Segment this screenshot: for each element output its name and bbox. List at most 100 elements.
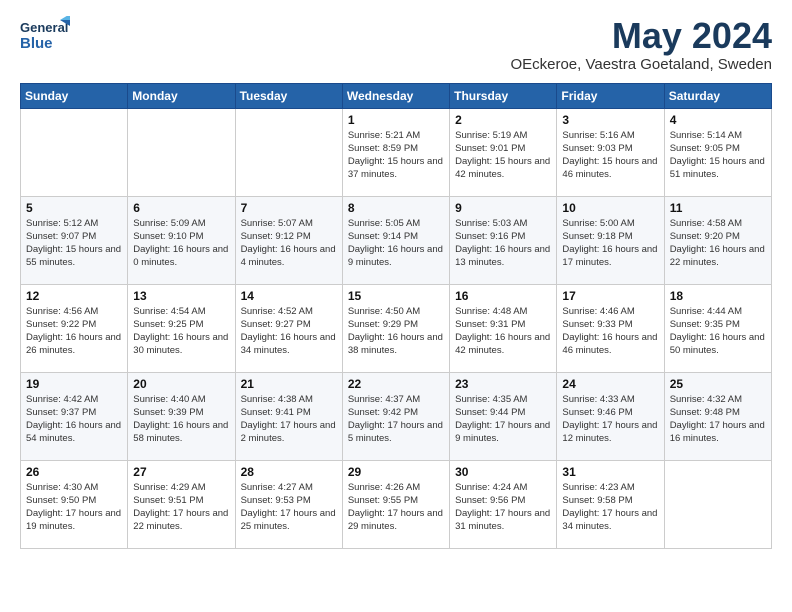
table-row: 19 Sunrise: 4:42 AM Sunset: 9:37 PM Dayli… <box>21 372 128 460</box>
day-number: 8 <box>348 201 444 215</box>
table-row: 23 Sunrise: 4:35 AM Sunset: 9:44 PM Dayli… <box>450 372 557 460</box>
table-row: 30 Sunrise: 4:24 AM Sunset: 9:56 PM Dayli… <box>450 460 557 548</box>
day-detail: Sunrise: 4:37 AM Sunset: 9:42 PM Dayligh… <box>348 393 444 446</box>
day-detail: Sunrise: 4:35 AM Sunset: 9:44 PM Dayligh… <box>455 393 551 446</box>
calendar-week-5: 26 Sunrise: 4:30 AM Sunset: 9:50 PM Dayli… <box>21 460 772 548</box>
table-row: 27Sunrise: 4:29 AM Sunset: 9:51 PM Dayli… <box>128 460 235 548</box>
day-detail: Sunrise: 5:21 AM Sunset: 8:59 PM Dayligh… <box>348 129 444 182</box>
table-row: 5 Sunrise: 5:12 AM Sunset: 9:07 PM Daylig… <box>21 196 128 284</box>
calendar-location: OEckeroe, Vaestra Goetaland, Sweden <box>510 56 772 73</box>
day-number: 23 <box>455 377 551 391</box>
calendar-week-3: 12 Sunrise: 4:56 AM Sunset: 9:22 PM Dayli… <box>21 284 772 372</box>
day-detail: Sunrise: 4:30 AM Sunset: 9:50 PM Dayligh… <box>26 481 122 534</box>
day-detail: Sunrise: 5:14 AM Sunset: 9:05 PM Dayligh… <box>670 129 766 182</box>
calendar-week-4: 19 Sunrise: 4:42 AM Sunset: 9:37 PM Dayli… <box>21 372 772 460</box>
table-row: 22 Sunrise: 4:37 AM Sunset: 9:42 PM Dayli… <box>342 372 449 460</box>
day-number: 22 <box>348 377 444 391</box>
day-detail: Sunrise: 4:26 AM Sunset: 9:55 PM Dayligh… <box>348 481 444 534</box>
day-number: 16 <box>455 289 551 303</box>
table-row: 18Sunrise: 4:44 AM Sunset: 9:35 PM Dayli… <box>664 284 771 372</box>
table-row: 16 Sunrise: 4:48 AM Sunset: 9:31 PM Dayli… <box>450 284 557 372</box>
day-detail: Sunrise: 4:27 AM Sunset: 9:53 PM Dayligh… <box>241 481 337 534</box>
col-tuesday: Tuesday <box>235 83 342 108</box>
day-detail: Sunrise: 4:50 AM Sunset: 9:29 PM Dayligh… <box>348 305 444 358</box>
day-number: 29 <box>348 465 444 479</box>
table-row: 11Sunrise: 4:58 AM Sunset: 9:20 PM Dayli… <box>664 196 771 284</box>
table-row: 24Sunrise: 4:33 AM Sunset: 9:46 PM Dayli… <box>557 372 664 460</box>
table-row: 2 Sunrise: 5:19 AM Sunset: 9:01 PM Daylig… <box>450 108 557 196</box>
day-detail: Sunrise: 5:19 AM Sunset: 9:01 PM Dayligh… <box>455 129 551 182</box>
col-thursday: Thursday <box>450 83 557 108</box>
table-row: 3 Sunrise: 5:16 AM Sunset: 9:03 PM Daylig… <box>557 108 664 196</box>
col-wednesday: Wednesday <box>342 83 449 108</box>
day-detail: Sunrise: 4:42 AM Sunset: 9:37 PM Dayligh… <box>26 393 122 446</box>
day-number: 18 <box>670 289 766 303</box>
day-detail: Sunrise: 4:52 AM Sunset: 9:27 PM Dayligh… <box>241 305 337 358</box>
day-number: 19 <box>26 377 122 391</box>
day-number: 5 <box>26 201 122 215</box>
day-detail: Sunrise: 5:16 AM Sunset: 9:03 PM Dayligh… <box>562 129 658 182</box>
day-number: 4 <box>670 113 766 127</box>
day-detail: Sunrise: 4:40 AM Sunset: 9:39 PM Dayligh… <box>133 393 229 446</box>
table-row: 14Sunrise: 4:52 AM Sunset: 9:27 PM Dayli… <box>235 284 342 372</box>
day-detail: Sunrise: 4:48 AM Sunset: 9:31 PM Dayligh… <box>455 305 551 358</box>
day-number: 9 <box>455 201 551 215</box>
table-row: 21 Sunrise: 4:38 AM Sunset: 9:41 PM Dayli… <box>235 372 342 460</box>
day-number: 1 <box>348 113 444 127</box>
day-number: 30 <box>455 465 551 479</box>
table-row: 29 Sunrise: 4:26 AM Sunset: 9:55 PM Dayli… <box>342 460 449 548</box>
day-number: 25 <box>670 377 766 391</box>
table-row: 17Sunrise: 4:46 AM Sunset: 9:33 PM Dayli… <box>557 284 664 372</box>
day-number: 2 <box>455 113 551 127</box>
day-detail: Sunrise: 4:54 AM Sunset: 9:25 PM Dayligh… <box>133 305 229 358</box>
day-detail: Sunrise: 5:07 AM Sunset: 9:12 PM Dayligh… <box>241 217 337 270</box>
day-detail: Sunrise: 4:24 AM Sunset: 9:56 PM Dayligh… <box>455 481 551 534</box>
day-number: 20 <box>133 377 229 391</box>
logo-svg: General Blue <box>20 16 70 60</box>
day-detail: Sunrise: 4:38 AM Sunset: 9:41 PM Dayligh… <box>241 393 337 446</box>
table-row <box>128 108 235 196</box>
table-row: 28 Sunrise: 4:27 AM Sunset: 9:53 PM Dayli… <box>235 460 342 548</box>
day-detail: Sunrise: 5:12 AM Sunset: 9:07 PM Dayligh… <box>26 217 122 270</box>
table-row: 20 Sunrise: 4:40 AM Sunset: 9:39 PM Dayli… <box>128 372 235 460</box>
table-row: 31Sunrise: 4:23 AM Sunset: 9:58 PM Dayli… <box>557 460 664 548</box>
svg-text:General: General <box>20 20 68 35</box>
col-friday: Friday <box>557 83 664 108</box>
day-number: 31 <box>562 465 658 479</box>
table-row: 10Sunrise: 5:00 AM Sunset: 9:18 PM Dayli… <box>557 196 664 284</box>
title-block: May 2024 OEckeroe, Vaestra Goetaland, Sw… <box>510 16 772 73</box>
day-number: 26 <box>26 465 122 479</box>
col-sunday: Sunday <box>21 83 128 108</box>
day-number: 21 <box>241 377 337 391</box>
day-detail: Sunrise: 5:05 AM Sunset: 9:14 PM Dayligh… <box>348 217 444 270</box>
day-detail: Sunrise: 4:58 AM Sunset: 9:20 PM Dayligh… <box>670 217 766 270</box>
day-detail: Sunrise: 4:56 AM Sunset: 9:22 PM Dayligh… <box>26 305 122 358</box>
day-number: 6 <box>133 201 229 215</box>
col-monday: Monday <box>128 83 235 108</box>
day-number: 15 <box>348 289 444 303</box>
svg-text:Blue: Blue <box>20 35 53 52</box>
day-number: 7 <box>241 201 337 215</box>
table-row: 13Sunrise: 4:54 AM Sunset: 9:25 PM Dayli… <box>128 284 235 372</box>
table-row: 8 Sunrise: 5:05 AM Sunset: 9:14 PM Daylig… <box>342 196 449 284</box>
day-detail: Sunrise: 5:09 AM Sunset: 9:10 PM Dayligh… <box>133 217 229 270</box>
col-saturday: Saturday <box>664 83 771 108</box>
page: General Blue May 2024 OEckeroe, Vaestra … <box>0 0 792 565</box>
day-number: 24 <box>562 377 658 391</box>
calendar-table: Sunday Monday Tuesday Wednesday Thursday… <box>20 83 772 549</box>
table-row: 7 Sunrise: 5:07 AM Sunset: 9:12 PM Daylig… <box>235 196 342 284</box>
header: General Blue May 2024 OEckeroe, Vaestra … <box>20 16 772 73</box>
table-row: 12 Sunrise: 4:56 AM Sunset: 9:22 PM Dayli… <box>21 284 128 372</box>
day-number: 12 <box>26 289 122 303</box>
day-number: 3 <box>562 113 658 127</box>
calendar-week-1: 1 Sunrise: 5:21 AM Sunset: 8:59 PM Daylig… <box>21 108 772 196</box>
calendar-week-2: 5 Sunrise: 5:12 AM Sunset: 9:07 PM Daylig… <box>21 196 772 284</box>
day-number: 17 <box>562 289 658 303</box>
day-detail: Sunrise: 5:00 AM Sunset: 9:18 PM Dayligh… <box>562 217 658 270</box>
table-row <box>664 460 771 548</box>
day-detail: Sunrise: 4:29 AM Sunset: 9:51 PM Dayligh… <box>133 481 229 534</box>
logo: General Blue <box>20 16 70 60</box>
table-row: 15 Sunrise: 4:50 AM Sunset: 9:29 PM Dayli… <box>342 284 449 372</box>
table-row <box>235 108 342 196</box>
day-number: 28 <box>241 465 337 479</box>
